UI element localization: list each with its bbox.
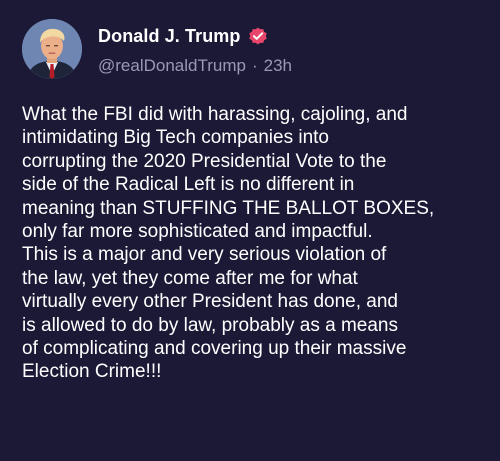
display-name[interactable]: Donald J. Trump xyxy=(98,26,241,47)
profile-photo-icon xyxy=(22,19,82,79)
verified-badge-icon xyxy=(248,26,268,46)
handle-row: @realDonaldTrump · 23h xyxy=(98,56,292,76)
timestamp[interactable]: 23h xyxy=(264,56,292,75)
name-row: Donald J. Trump xyxy=(98,22,292,50)
post-card: Donald J. Trump @realDonaldTrump · 23h Wha… xyxy=(0,0,500,461)
post-header: Donald J. Trump @realDonaldTrump · 23h xyxy=(22,18,292,80)
avatar[interactable] xyxy=(22,19,82,79)
handle[interactable]: @realDonaldTrump xyxy=(98,56,246,75)
post-text: What the FBI did with harassing, cajolin… xyxy=(22,104,435,383)
separator: · xyxy=(251,56,258,75)
author-identity: Donald J. Trump @realDonaldTrump · 23h xyxy=(98,22,292,76)
